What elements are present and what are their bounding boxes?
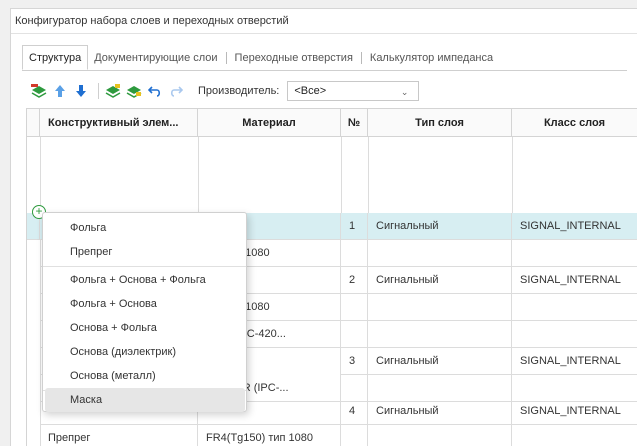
toolbar: Производитель: <Все> ⌄ (30, 78, 420, 104)
column-header-material[interactable]: Материал (198, 109, 341, 137)
tab-underline (22, 70, 627, 71)
cell-number[interactable] (341, 321, 368, 348)
cell-number[interactable]: 3 (341, 348, 368, 375)
column-header-layer-class[interactable]: Класс слоя (512, 109, 637, 137)
undo-icon[interactable] (146, 82, 164, 100)
menu-divider (43, 266, 246, 267)
cell-layer-type[interactable]: Сигнальный (368, 348, 512, 375)
cell-number[interactable] (341, 240, 368, 267)
manufacturer-value: <Все> (294, 85, 327, 97)
arrow-up-icon[interactable] (51, 82, 69, 100)
cell-number[interactable] (341, 294, 368, 321)
column-divider (341, 137, 342, 213)
add-element-context-menu: Фольга Препрег Фольга + Основа + Фольга … (42, 212, 247, 412)
cell-number[interactable]: 2 (341, 267, 368, 294)
cell-layer-class[interactable]: SIGNAL_INTERNAL (512, 348, 637, 375)
cell-number[interactable] (341, 425, 368, 446)
layer-remove-icon[interactable] (30, 82, 48, 100)
cell-layer-type[interactable] (368, 240, 512, 267)
menu-item-core-metal[interactable]: Основа (металл) (45, 364, 245, 388)
manufacturer-select[interactable]: <Все> ⌄ (287, 81, 420, 101)
cell-layer-class[interactable] (512, 425, 637, 446)
menu-item-mask[interactable]: Маска (45, 388, 245, 412)
layer-add-alt-icon[interactable] (125, 82, 143, 100)
redo-icon[interactable] (167, 82, 185, 100)
column-header-layer-type[interactable]: Тип слоя (368, 109, 512, 137)
menu-item-foil[interactable]: Фольга (45, 216, 245, 240)
cell-layer-class[interactable]: SIGNAL_INTERNAL (512, 398, 637, 425)
cell-layer-class[interactable]: SIGNAL_INTERNAL (512, 213, 637, 240)
toolbar-divider (98, 83, 99, 99)
tab-impedance-calculator[interactable]: Калькулятор импеданса (364, 46, 499, 70)
manufacturer-label: Производитель: (198, 85, 280, 97)
cell-layer-type[interactable]: Сигнальный (368, 398, 512, 425)
menu-item-core-dielectric[interactable]: Основа (диэлектрик) (45, 340, 245, 364)
cell-layer-type[interactable] (368, 425, 512, 446)
cell-number[interactable]: 4 (341, 398, 368, 425)
tab-bar: Структура Документирующие слои Переходны… (22, 45, 499, 70)
menu-item-foil-core-foil[interactable]: Фольга + Основа + Фольга (45, 268, 245, 292)
tab-documentation-layers[interactable]: Документирующие слои (88, 46, 223, 70)
cell-element[interactable]: Препрег (40, 425, 198, 446)
cell-layer-class[interactable] (512, 321, 637, 348)
window-title: Конфигуратор набора слоев и переходных о… (11, 9, 637, 34)
tab-vias[interactable]: Переходные отверстия (229, 46, 359, 70)
column-divider (198, 137, 199, 213)
column-divider (368, 137, 369, 213)
cell-number[interactable]: 1 (341, 213, 368, 240)
menu-item-core-foil[interactable]: Основа + Фольга (45, 316, 245, 340)
menu-item-foil-core[interactable]: Фольга + Основа (45, 292, 245, 316)
chevron-down-icon: ⌄ (400, 87, 409, 97)
cell-layer-type[interactable]: Сигнальный (368, 213, 512, 240)
cell-layer-type[interactable] (368, 294, 512, 321)
cell-layer-type[interactable]: Сигнальный (368, 267, 512, 294)
column-header-number[interactable]: № (341, 109, 368, 137)
cell-material[interactable]: FR4(Tg150) тип 1080 (198, 425, 341, 446)
tab-divider (360, 52, 362, 64)
cell-layer-class[interactable]: SIGNAL_INTERNAL (512, 267, 637, 294)
cell-layer-class[interactable] (512, 294, 637, 321)
cell-layer-class[interactable] (512, 240, 637, 267)
arrow-down-icon[interactable] (72, 82, 90, 100)
column-header-element[interactable]: Конструктивный элем... (40, 109, 198, 137)
menu-item-prepreg[interactable]: Препрег (45, 240, 245, 264)
column-divider (512, 137, 513, 213)
row-indicator-header (27, 109, 40, 137)
layer-add-icon[interactable] (104, 82, 122, 100)
cell-layer-type[interactable] (368, 321, 512, 348)
tab-divider (225, 52, 227, 64)
tab-structure[interactable]: Структура (22, 45, 89, 70)
